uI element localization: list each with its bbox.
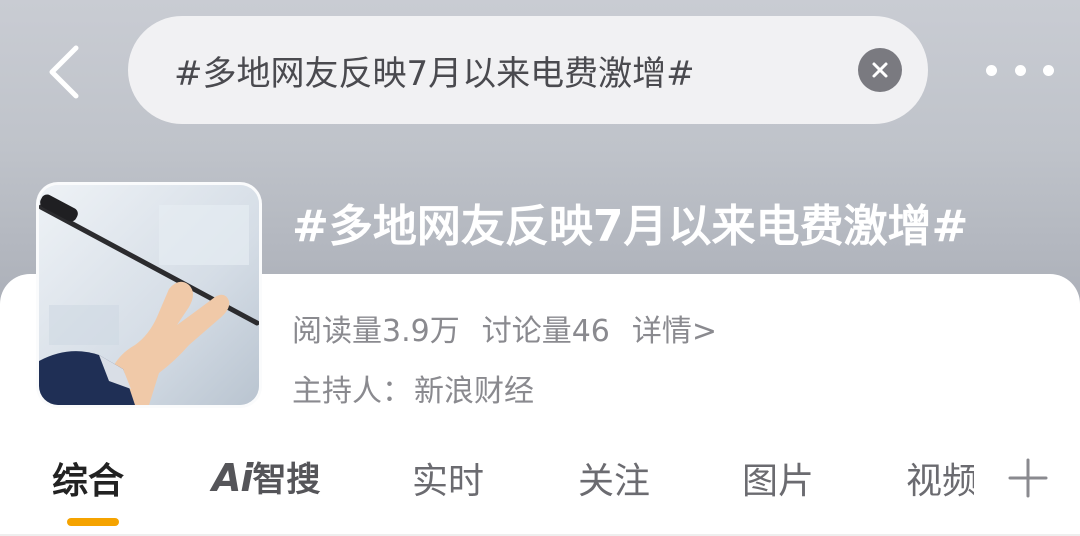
tab-ai-search[interactable]: Ai 智搜 [212, 452, 320, 501]
plus-icon [1008, 458, 1048, 498]
host-label: 主持人： [292, 374, 412, 409]
search-input[interactable]: #多地网友反映7月以来电费激增# [174, 46, 846, 95]
microphone-hand-image [39, 185, 259, 405]
discussion-count: 讨论量46 [481, 314, 610, 349]
tab-ai-search-label: 智搜 [252, 460, 321, 500]
topic-host: 主持人： 新浪财经 [292, 366, 534, 410]
more-button[interactable] [980, 50, 1060, 90]
host-name[interactable]: 新浪财经 [414, 366, 534, 410]
more-dots-icon [986, 64, 997, 76]
active-tab-indicator [67, 518, 119, 526]
topic-stats: 阅读量3.9万 讨论量46 详情> [292, 306, 717, 350]
search-box[interactable]: #多地网友反映7月以来电费激增# [128, 16, 928, 124]
tab-following[interactable]: 关注 [578, 452, 650, 504]
details-link[interactable]: 详情> [632, 306, 717, 350]
tab-comprehensive[interactable]: 综合 [52, 452, 124, 504]
clear-icon [872, 62, 888, 78]
tab-bar: 综合 Ai 智搜 实时 关注 图片 视频 [0, 440, 1080, 536]
tab-images[interactable]: 图片 [742, 452, 814, 504]
tab-video[interactable]: 视频 [906, 452, 974, 504]
tab-realtime[interactable]: 实时 [412, 452, 484, 504]
read-count: 阅读量3.9万 [292, 314, 460, 349]
back-button[interactable] [38, 40, 88, 104]
topic-thumbnail [36, 182, 262, 408]
ai-logo: Ai [212, 456, 253, 500]
add-tab-button[interactable] [1006, 456, 1050, 500]
topic-title: #多地网友反映7月以来电费激增# [292, 201, 969, 252]
clear-button[interactable] [858, 48, 902, 92]
back-chevron-icon [49, 45, 79, 99]
